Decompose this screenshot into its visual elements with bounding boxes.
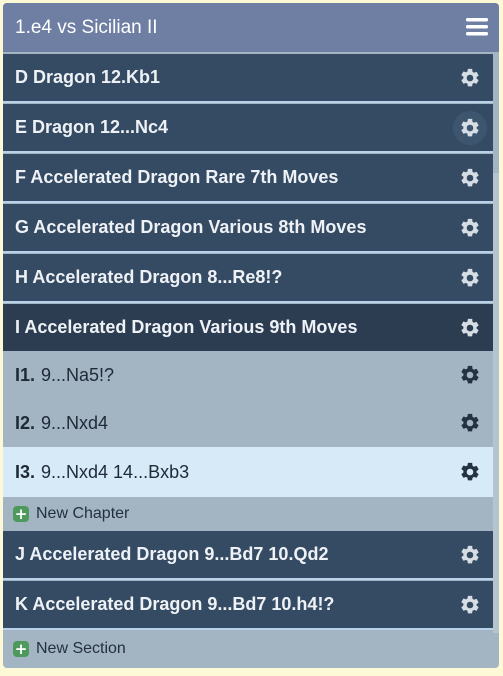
- chapter-label: 9...Nxd4 14...Bxb3: [41, 461, 190, 482]
- section-label: G Accelerated Dragon Various 8th Moves: [15, 217, 367, 237]
- section-k[interactable]: K Accelerated Dragon 9...Bd7 10.h4!?: [3, 581, 493, 630]
- gear-icon[interactable]: [459, 317, 481, 339]
- chapter-i2[interactable]: I2. 9...Nxd4: [3, 399, 493, 447]
- course-header: 1.e4 vs Sicilian II: [3, 3, 499, 52]
- chapter-number: I3.: [15, 461, 36, 482]
- hamburger-menu-icon[interactable]: [465, 16, 489, 38]
- scrollbar[interactable]: [493, 173, 499, 633]
- gear-icon[interactable]: [459, 364, 481, 386]
- gear-icon[interactable]: [459, 544, 481, 566]
- section-g[interactable]: G Accelerated Dragon Various 8th Moves: [3, 204, 493, 253]
- section-d[interactable]: D Dragon 12.Kb1: [3, 54, 493, 103]
- section-label: F Accelerated Dragon Rare 7th Moves: [15, 167, 339, 187]
- gear-icon[interactable]: [459, 117, 481, 139]
- gear-icon[interactable]: [459, 167, 481, 189]
- new-section-label: New Section: [36, 640, 126, 657]
- plus-icon: +: [13, 505, 29, 523]
- chapter-number: I1.: [15, 364, 36, 385]
- course-panel: 1.e4 vs Sicilian II D Dragon 12.Kb1 E Dr…: [3, 3, 499, 668]
- plus-icon: +: [13, 640, 29, 658]
- section-e[interactable]: E Dragon 12...Nc4: [3, 104, 493, 153]
- section-h[interactable]: H Accelerated Dragon 8...Re8!?: [3, 254, 493, 303]
- gear-icon[interactable]: [459, 217, 481, 239]
- new-chapter-label: New Chapter: [36, 505, 130, 522]
- chapter-label: 9...Na5!?: [41, 364, 115, 385]
- section-label: K Accelerated Dragon 9...Bd7 10.h4!?: [15, 594, 335, 614]
- gear-icon[interactable]: [459, 267, 481, 289]
- gear-icon[interactable]: [459, 67, 481, 89]
- section-f[interactable]: F Accelerated Dragon Rare 7th Moves: [3, 154, 493, 203]
- gear-icon[interactable]: [459, 412, 481, 434]
- chapter-i3[interactable]: I3. 9...Nxd4 14...Bxb3: [3, 447, 493, 497]
- chapter-i1[interactable]: I1. 9...Na5!?: [3, 351, 493, 399]
- gear-icon[interactable]: [459, 461, 481, 483]
- gear-icon[interactable]: [459, 594, 481, 616]
- section-i[interactable]: I Accelerated Dragon Various 9th Moves: [3, 304, 493, 351]
- section-label: E Dragon 12...Nc4: [15, 117, 169, 137]
- new-section-button[interactable]: + New Section: [3, 632, 493, 666]
- section-label: D Dragon 12.Kb1: [15, 67, 161, 87]
- section-label: I Accelerated Dragon Various 9th Moves: [15, 317, 358, 337]
- chapter-label: 9...Nxd4: [41, 412, 109, 433]
- new-chapter-button[interactable]: + New Chapter: [3, 497, 493, 531]
- section-j[interactable]: J Accelerated Dragon 9...Bd7 10.Qd2: [3, 531, 493, 580]
- section-label: J Accelerated Dragon 9...Bd7 10.Qd2: [15, 544, 329, 564]
- course-title: 1.e4 vs Sicilian II: [15, 16, 158, 38]
- section-label: H Accelerated Dragon 8...Re8!?: [15, 267, 283, 287]
- chapter-number: I2.: [15, 412, 36, 433]
